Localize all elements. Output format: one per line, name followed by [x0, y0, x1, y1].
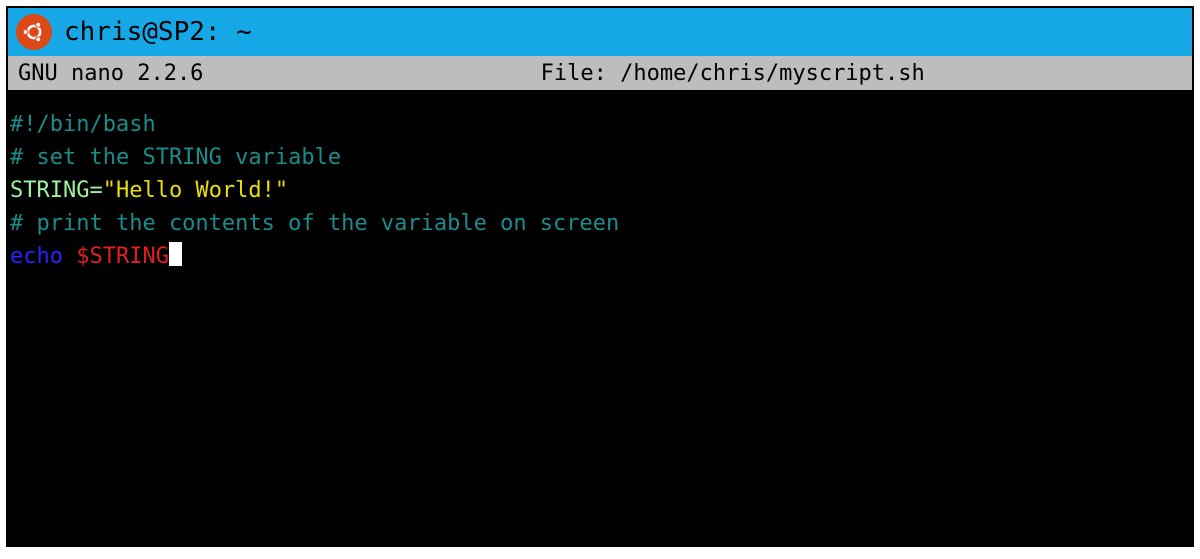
file-path: /home/chris/myscript.sh [620, 61, 925, 86]
text-cursor [169, 242, 182, 266]
echo-keyword: echo [10, 244, 63, 269]
assign-string: "Hello World!" [103, 178, 288, 203]
nano-file-info: File: /home/chris/myscript.sh [203, 61, 1182, 86]
nano-version: GNU nano 2.2.6 [18, 61, 203, 86]
titlebar[interactable]: chris@SP2: ~ [8, 8, 1192, 56]
ubuntu-logo-svg [20, 18, 48, 46]
terminal-window: chris@SP2: ~ GNU nano 2.2.6 File: /home/… [6, 6, 1194, 547]
nano-statusbar: GNU nano 2.2.6 File: /home/chris/myscrip… [8, 56, 1192, 90]
window-title: chris@SP2: ~ [64, 17, 252, 47]
assign-equals: = [89, 178, 102, 203]
comment-line-2: # print the contents of the variable on … [10, 211, 619, 236]
comment-line-1: # set the STRING variable [10, 145, 341, 170]
ubuntu-icon [16, 14, 52, 50]
echo-variable: $STRING [76, 244, 169, 269]
assign-varname: STRING [10, 178, 89, 203]
file-label: File: [541, 61, 607, 86]
shebang-line: #!/bin/bash [10, 112, 156, 137]
editor-area[interactable]: #!/bin/bash # set the STRING variable ST… [8, 90, 1192, 545]
